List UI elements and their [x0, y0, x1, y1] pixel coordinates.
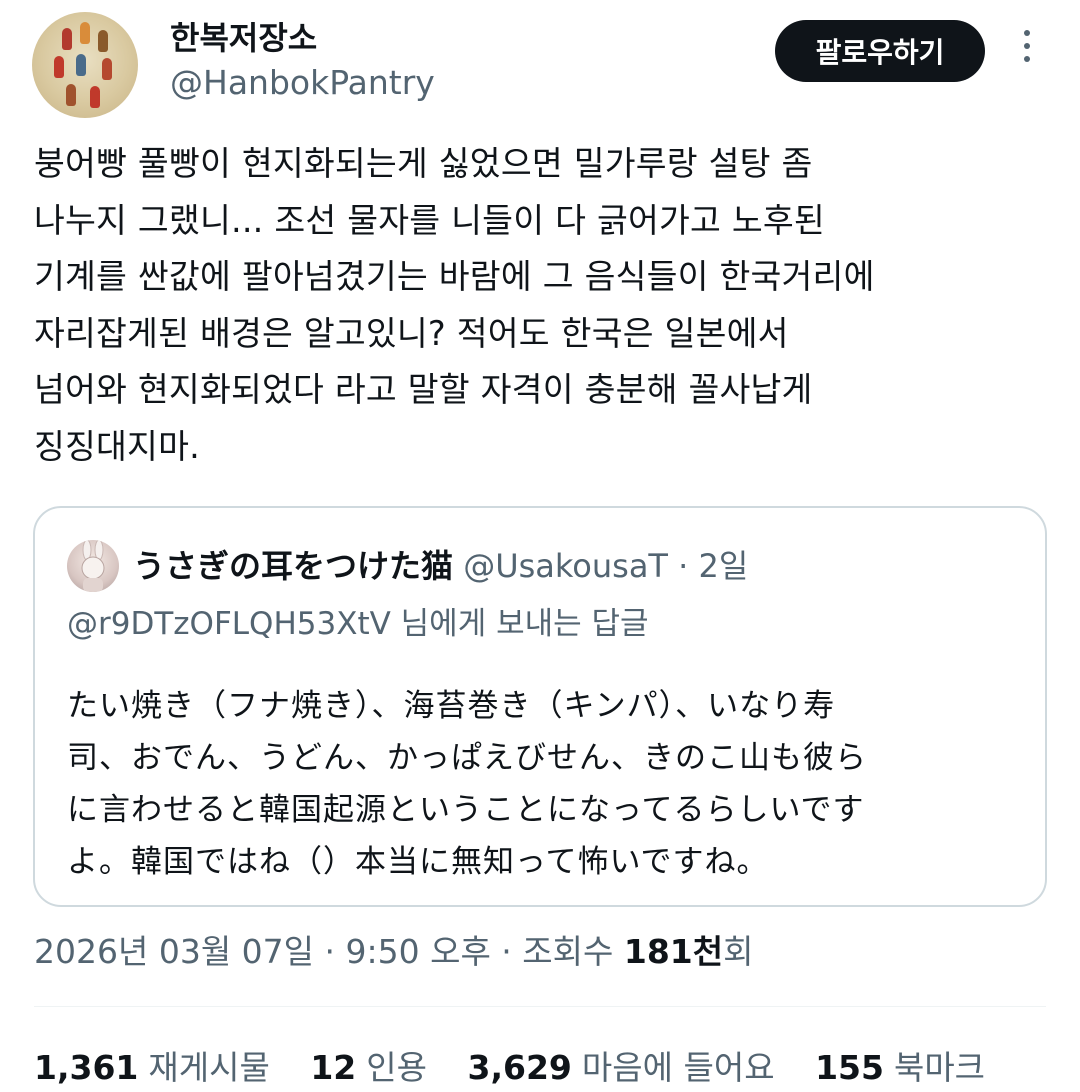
quoted-text: たい焼き（フナ焼き）、海苔巻き（キンパ）、いなり寿 司、おでん、うどん、かっぱえ…: [67, 688, 867, 880]
stat-value: 12: [310, 1048, 357, 1087]
follow-button[interactable]: 팔로우하기: [775, 20, 985, 82]
stat-label: 마음에 들어요: [581, 1048, 775, 1087]
view-count: 181천: [623, 932, 724, 971]
quoted-time[interactable]: 2일: [698, 547, 748, 585]
author-avatar[interactable]: [32, 12, 138, 118]
stat-reposts[interactable]: 1,361 재게시물: [34, 1044, 270, 1092]
quoted-author-avatar: [67, 540, 119, 592]
stat-label: 북마크: [893, 1048, 986, 1087]
quoted-post[interactable]: うさぎの耳をつけた猫 @UsakousaT · 2일 @r9DTzOFLQH53…: [33, 506, 1047, 907]
stat-value: 155: [815, 1048, 884, 1087]
stat-bookmarks[interactable]: 155 북마크: [815, 1044, 985, 1092]
post-metadata: 2026년 03월 07일 · 9:50 오후 · 조회수 181천회: [34, 928, 753, 976]
quoted-header: うさぎの耳をつけた猫 @UsakousaT · 2일: [133, 540, 748, 592]
stat-quotes[interactable]: 12 인용: [310, 1044, 427, 1092]
quoted-separator: ·: [667, 547, 699, 585]
quoted-handle[interactable]: @UsakousaT: [463, 547, 668, 585]
quoted-reply-to: @r9DTzOFLQH53XtV 님에게 보내는 답글: [67, 606, 649, 642]
quoted-display-name[interactable]: うさぎの耳をつけた猫: [133, 547, 453, 585]
more-vertical-icon[interactable]: [1012, 30, 1042, 74]
engagement-stats: 1,361 재게시물 12 인용 3,629 마음에 들어요 155 북마크: [34, 1044, 1015, 1092]
author-display-name[interactable]: 한복저장소: [170, 18, 317, 58]
view-count-suffix: 회: [723, 932, 754, 971]
post-timestamp[interactable]: 2026년 03월 07일 · 9:50 오후 · 조회수: [34, 932, 624, 971]
divider: [34, 1006, 1046, 1007]
stat-value: 1,361: [34, 1048, 139, 1087]
stat-value: 3,629: [467, 1048, 572, 1087]
stat-label: 재게시물: [148, 1048, 270, 1087]
stat-likes[interactable]: 3,629 마음에 들어요: [468, 1044, 775, 1092]
stat-label: 인용: [366, 1048, 428, 1087]
post-text: 붕어빵 풀빵이 현지화되는게 싫었으면 밀가루랑 설탕 좀 나누지 그랬니...…: [34, 144, 875, 466]
author-handle[interactable]: @HanbokPantry: [170, 62, 435, 104]
